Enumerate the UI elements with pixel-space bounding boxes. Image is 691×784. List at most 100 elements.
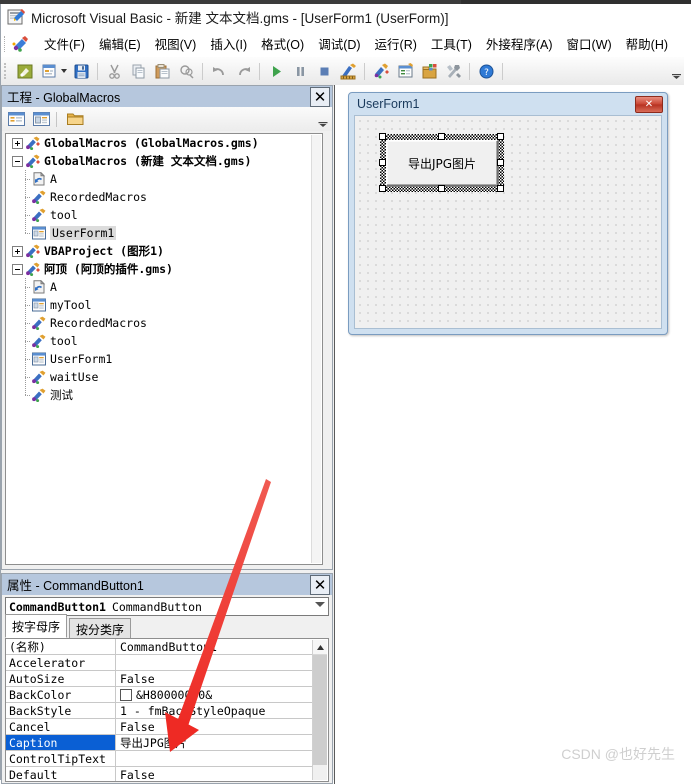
menu-view[interactable]: 视图(V)	[148, 31, 204, 56]
userform-designer-window[interactable]: UserForm1 ✕ 导出JPG图片	[348, 92, 668, 335]
property-row[interactable]: ControlTipText	[6, 751, 316, 767]
toolbar-undo[interactable]	[208, 60, 230, 82]
svg-text:?: ?	[484, 68, 489, 78]
tree-collapse-icon[interactable]	[12, 263, 23, 275]
tree-item[interactable]: RecordedMacros	[6, 314, 322, 332]
project-view-code[interactable]	[6, 110, 27, 129]
menu-debug[interactable]: 调试(D)	[311, 31, 367, 56]
menu-window[interactable]: 窗口(W)	[560, 31, 619, 56]
chevron-down-icon[interactable]	[315, 602, 325, 607]
property-value[interactable]: 1 - fmBackStyleOpaque	[116, 703, 316, 718]
tree-item[interactable]: A	[6, 278, 322, 296]
userform-close-button[interactable]: ✕	[635, 96, 663, 113]
tab-alphabetic[interactable]: 按字母序	[5, 614, 68, 638]
menubar-grip[interactable]	[4, 35, 9, 52]
toolbar-help[interactable]: ?	[475, 60, 497, 82]
menu-edit[interactable]: 编辑(E)	[92, 31, 148, 56]
property-value[interactable]: False	[116, 719, 316, 734]
property-row[interactable]: Accelerator	[6, 655, 316, 671]
property-value[interactable]: &H80000000&	[116, 687, 316, 702]
properties-scroll-thumb[interactable]	[313, 655, 327, 765]
menu-insert[interactable]: 插入(I)	[203, 31, 254, 56]
toolbar-stop[interactable]	[313, 60, 335, 82]
toolbar-overflow-button[interactable]	[670, 63, 682, 79]
project-tree-scrollbar[interactable]	[311, 135, 321, 563]
project-toggle-folders[interactable]	[65, 110, 86, 129]
menu-format[interactable]: 格式(O)	[254, 31, 311, 56]
resize-handle-e[interactable]	[497, 159, 504, 166]
command-button-control[interactable]: 导出JPG图片	[386, 140, 498, 186]
resize-handle-s[interactable]	[438, 185, 445, 192]
resize-handle-nw[interactable]	[379, 133, 386, 140]
property-value[interactable]: 导出JPG图片	[116, 735, 316, 750]
tree-item[interactable]: A	[6, 170, 322, 188]
properties-grid[interactable]: (名称) CommandButton1 Accelerator AutoSize Fal…	[5, 638, 329, 782]
tree-item[interactable]: VBAProject (图形1)	[6, 242, 322, 260]
properties-scrollbar[interactable]	[312, 640, 327, 780]
toolbar-grip[interactable]	[4, 63, 9, 79]
property-row[interactable]: (名称) CommandButton1	[6, 639, 316, 655]
menu-addins[interactable]: 外接程序(A)	[479, 31, 560, 56]
tree-item[interactable]: UserForm1	[6, 224, 322, 242]
properties-panel-close-button[interactable]: ✕	[310, 575, 330, 595]
tree-item[interactable]: myTool	[6, 296, 322, 314]
tab-categorized[interactable]: 按分类序	[69, 618, 132, 639]
property-row[interactable]: Caption 导出JPG图片	[6, 735, 316, 751]
selected-control-wrapper[interactable]: 导出JPG图片	[379, 133, 504, 192]
tree-item[interactable]: GlobalMacros (GlobalMacros.gms)	[6, 134, 322, 152]
toolbar-run[interactable]	[265, 60, 287, 82]
tree-item[interactable]: tool	[6, 206, 322, 224]
resize-handle-n[interactable]	[438, 133, 445, 140]
toolbar-save[interactable]	[70, 60, 92, 82]
toolbar-properties-window[interactable]	[394, 60, 416, 82]
tree-item[interactable]: 测试	[6, 386, 322, 404]
tree-expand-icon[interactable]	[12, 245, 23, 257]
tree-expand-icon[interactable]	[12, 137, 23, 149]
property-row[interactable]: BackColor &H80000000&	[6, 687, 316, 703]
toolbar-paste[interactable]	[151, 60, 173, 82]
toolbar-design-mode[interactable]	[337, 60, 359, 82]
property-value[interactable]: False	[116, 671, 316, 686]
property-row[interactable]: AutoSize False	[6, 671, 316, 687]
toolbar-copy[interactable]	[127, 60, 149, 82]
tree-item[interactable]: UserForm1	[6, 350, 322, 368]
project-view-object[interactable]	[31, 110, 52, 129]
project-toolbar-overflow[interactable]	[316, 110, 330, 128]
menu-file[interactable]: 文件(F)	[37, 31, 92, 56]
scroll-up-icon[interactable]	[313, 640, 327, 655]
project-tree[interactable]: GlobalMacros (GlobalMacros.gms) GlobalMac…	[5, 133, 323, 565]
tree-item[interactable]: waitUse	[6, 368, 322, 386]
property-row[interactable]: BackStyle 1 - fmBackStyleOpaque	[6, 703, 316, 719]
property-value[interactable]	[116, 655, 316, 670]
property-value[interactable]: CommandButton1	[116, 639, 316, 654]
toolbar-pause[interactable]	[289, 60, 311, 82]
dropdown-caret-icon[interactable]	[61, 69, 67, 73]
menu-run[interactable]: 运行(R)	[368, 31, 424, 56]
userform-icon	[31, 298, 47, 312]
menu-help[interactable]: 帮助(H)	[619, 31, 675, 56]
toolbox-button[interactable]	[442, 60, 464, 82]
userform-design-surface[interactable]: 导出JPG图片	[354, 115, 662, 329]
menu-tools[interactable]: 工具(T)	[424, 31, 479, 56]
toolbar-find[interactable]	[175, 60, 197, 82]
resize-handle-w[interactable]	[379, 159, 386, 166]
resize-handle-se[interactable]	[497, 185, 504, 192]
resize-handle-ne[interactable]	[497, 133, 504, 140]
tree-guide-line	[21, 350, 31, 368]
tree-item[interactable]: tool	[6, 332, 322, 350]
toolbar-view-object[interactable]	[14, 60, 36, 82]
project-panel-close-button[interactable]: ✕	[310, 87, 330, 107]
toolbar-cut[interactable]	[103, 60, 125, 82]
tree-item[interactable]: RecordedMacros	[6, 188, 322, 206]
toolbar-separator-3	[259, 62, 260, 80]
tree-collapse-icon[interactable]	[12, 155, 23, 167]
resize-handle-sw[interactable]	[379, 185, 386, 192]
toolbar-redo[interactable]	[232, 60, 254, 82]
tree-item[interactable]: 阿顶 (阿顶的插件.gms)	[6, 260, 322, 278]
tree-item[interactable]: GlobalMacros (新建 文本文档.gms)	[6, 152, 322, 170]
toolbar-project-explorer[interactable]	[370, 60, 392, 82]
toolbar-insert[interactable]	[38, 60, 60, 82]
toolbar-object-browser[interactable]	[418, 60, 440, 82]
property-value[interactable]	[116, 751, 316, 766]
property-row[interactable]: Cancel False	[6, 719, 316, 735]
